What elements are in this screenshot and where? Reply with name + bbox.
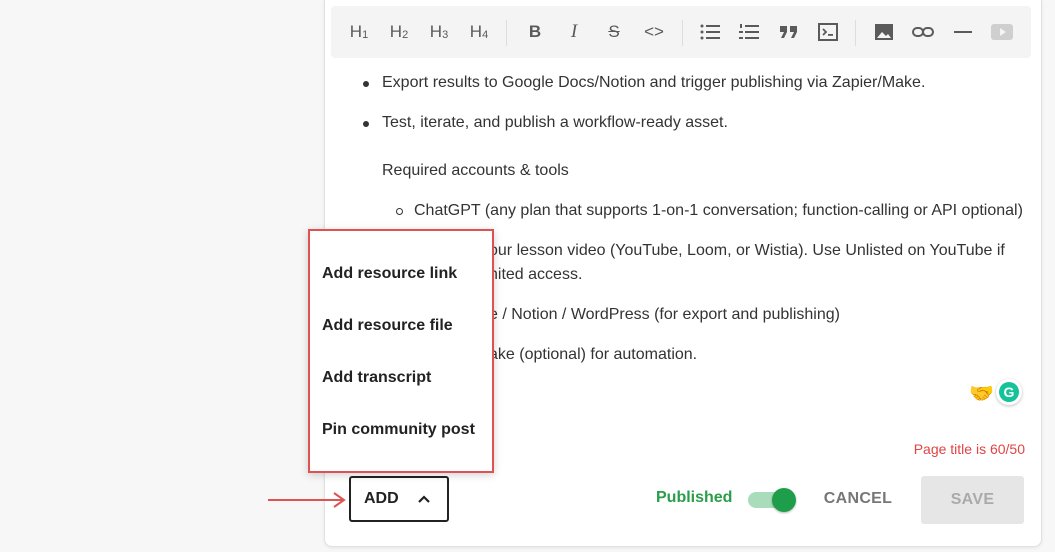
quote-icon: [780, 26, 797, 38]
grammarly-letter: G: [999, 382, 1019, 402]
italic-button[interactable]: I: [560, 18, 588, 46]
bullet-list-button[interactable]: [696, 18, 724, 46]
heading-3-button[interactable]: H3: [425, 18, 453, 46]
menu-item-add-transcript[interactable]: Add transcript: [322, 363, 431, 393]
horizontal-rule-icon: [954, 31, 972, 33]
bold-icon: B: [528, 22, 542, 41]
toolbar-divider: [855, 20, 856, 46]
numbered-list-icon: [739, 24, 759, 39]
handshake-emoji: 🤝: [969, 383, 994, 405]
heading-2-button[interactable]: H2: [385, 18, 413, 46]
grammarly-icon[interactable]: G: [996, 379, 1022, 405]
sub-list-item-continued: nited access.: [489, 266, 583, 283]
menu-item-add-resource-file[interactable]: Add resource file: [322, 311, 453, 341]
link-icon: [912, 27, 934, 37]
insert-link-button[interactable]: [909, 18, 937, 46]
heading-3-icon: H: [429, 22, 443, 41]
save-button[interactable]: SAVE: [921, 476, 1024, 524]
add-button[interactable]: ADD: [349, 476, 449, 522]
horizontal-rule-button[interactable]: [949, 18, 977, 46]
published-toggle[interactable]: [748, 488, 796, 512]
strikethrough-icon: S: [608, 22, 620, 41]
toolbar-divider: [506, 20, 507, 46]
heading-4-icon: H: [469, 22, 483, 41]
heading-level-3: 3: [442, 29, 449, 41]
heading-level-2: 2: [402, 29, 409, 41]
add-menu: Add resource link Add resource file Add …: [308, 229, 494, 473]
cancel-button[interactable]: CANCEL: [815, 476, 901, 522]
numbered-list-button[interactable]: [735, 18, 763, 46]
chevron-up-icon: [417, 495, 430, 503]
section-subheading: Required accounts & tools: [382, 162, 569, 179]
italic-icon: I: [570, 21, 578, 42]
toolbar-divider: [682, 20, 683, 46]
menu-item-add-resource-link[interactable]: Add resource link: [322, 259, 457, 289]
heading-2-icon: H: [389, 22, 403, 41]
annotation-arrow-icon: [268, 492, 346, 508]
blockquote-button[interactable]: [775, 18, 803, 46]
bullet-list-icon: [700, 24, 720, 40]
code-button[interactable]: <>: [640, 18, 668, 46]
list-item: Test, iterate, and publish a workflow-re…: [363, 111, 728, 135]
title-length-warning: Page title is 60/50: [913, 441, 1025, 457]
add-button-label: ADD: [364, 490, 399, 507]
strikethrough-button[interactable]: S: [600, 18, 628, 46]
sub-list-item: ChatGPT (any plan that supports 1-on-1 c…: [396, 199, 1023, 223]
sub-list-item: e / Notion / WordPress (for export and p…: [489, 306, 840, 323]
heading-level-4: 4: [482, 29, 489, 41]
list-item: Export results to Google Docs/Notion and…: [362, 71, 925, 95]
code-icon: <>: [644, 22, 664, 41]
sub-list-item: our lesson video (YouTube, Loom, or Wist…: [489, 242, 1005, 259]
heading-1-icon: H: [349, 22, 363, 41]
code-block-button[interactable]: [814, 18, 842, 46]
insert-image-button[interactable]: [870, 18, 898, 46]
insert-video-button[interactable]: [988, 18, 1016, 46]
editor-toolbar: H1 H2 H3 H4 B I S <>: [331, 6, 1031, 58]
heading-level-1: 1: [362, 29, 369, 41]
toggle-knob: [772, 488, 796, 512]
heading-1-button[interactable]: H1: [345, 18, 373, 46]
published-label: Published: [656, 489, 733, 506]
menu-item-pin-community-post[interactable]: Pin community post: [322, 415, 475, 445]
video-icon: [991, 24, 1013, 40]
bold-button[interactable]: B: [521, 18, 549, 46]
terminal-icon: [818, 23, 838, 41]
image-icon: [875, 24, 893, 40]
heading-4-button[interactable]: H4: [465, 18, 493, 46]
sub-list-item: ake (optional) for automation.: [489, 346, 698, 363]
